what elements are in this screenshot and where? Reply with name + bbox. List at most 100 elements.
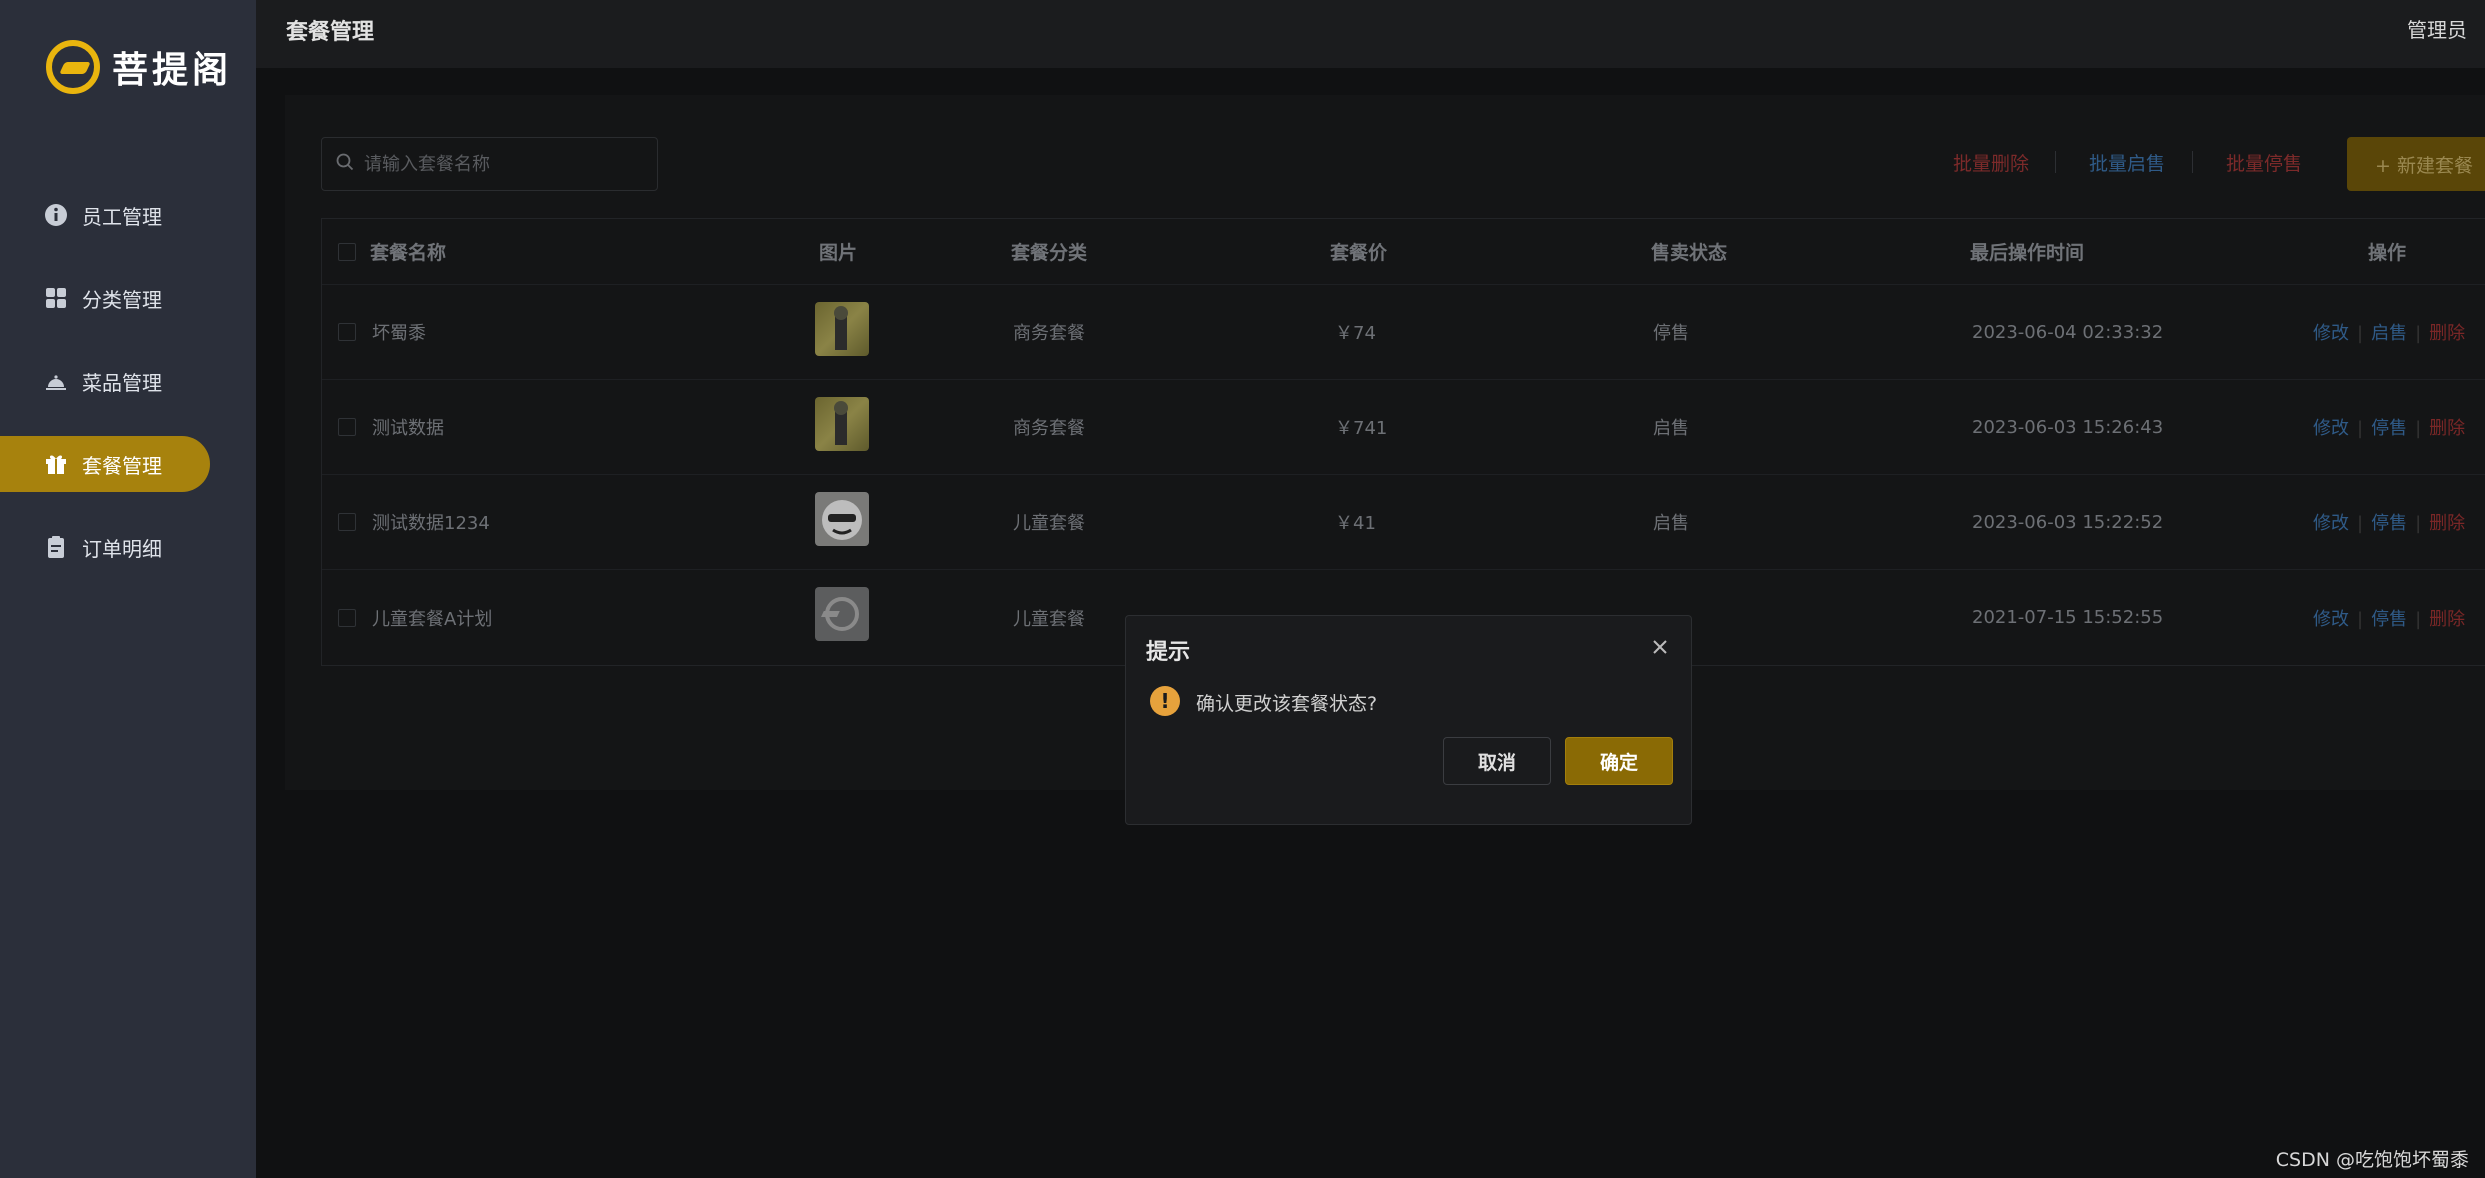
gift-icon [44,452,68,476]
combo-name: 儿童套餐A计划 [372,608,493,630]
logo: 菩提阁 [46,40,232,94]
dish-cover-icon [44,369,68,393]
delete-link[interactable]: 删除 [2429,609,2465,630]
logo-icon [46,40,100,94]
row-actions: 修改 | 停售 | 删除 [2313,605,2465,631]
cancel-button[interactable]: 取消 [1443,737,1551,785]
page-title: 套餐管理 [286,20,375,45]
action-divider: | [2415,513,2422,534]
combo-status: 停售 [1653,323,1689,344]
action-divider: | [2415,608,2422,630]
combo-category: 儿童套餐 [1013,608,1085,630]
action-divider: | [2415,418,2422,439]
row-checkbox[interactable] [338,323,356,341]
search-icon [336,153,354,175]
action-divider: | [2357,323,2364,344]
action-divider: | [2357,608,2364,630]
action-divider: | [2357,418,2364,439]
table-header: 套餐名称 图片 套餐分类 套餐价 售卖状态 最后操作时间 操作 [322,219,2485,285]
toolbar-divider [2055,151,2056,173]
combo-category: 商务套餐 [1013,323,1085,344]
row-actions: 修改 | 启售 | 删除 [2313,319,2465,345]
edit-link[interactable]: 修改 [2313,323,2349,344]
row-checkbox[interactable] [338,513,356,531]
batch-delete-button[interactable]: 批量删除 [1953,149,2029,176]
column-header: 最后操作时间 [1970,242,2085,264]
toggle-status-link[interactable]: 停售 [2371,418,2407,439]
delete-link[interactable]: 删除 [2429,418,2465,439]
row-actions: 修改 | 停售 | 删除 [2313,509,2465,535]
table-row: 测试数据1234 儿童套餐 ￥41 启售 2023-06-03 15:22:52… [322,475,2485,570]
last-modified: 2023-06-04 02:33:32 [1972,321,2164,343]
table-row: 坏蜀黍 商务套餐 ￥74 停售 2023-06-04 02:33:32 修改 | 启… [322,285,2485,380]
delete-link[interactable]: 删除 [2429,513,2465,534]
toggle-status-link[interactable]: 停售 [2371,609,2407,630]
action-divider: | [2357,513,2364,534]
sidebar-item-label: 套餐管理 [82,453,162,478]
sidebar-item-orders[interactable]: 订单明细 [0,519,210,575]
row-checkbox[interactable] [338,418,356,436]
sidebar-item-category[interactable]: 分类管理 [0,270,210,326]
toolbar-divider [2192,151,2193,173]
combo-price: ￥74 [1335,323,1376,344]
sidebar-nav: 员工管理 分类管理 菜品管理 套餐管理 订单明细 [0,187,256,602]
combo-name: 测试数据 [372,418,444,439]
combo-image [815,302,869,356]
confirm-button[interactable]: 确定 [1565,737,1673,785]
combo-image [815,587,869,641]
batch-disable-button[interactable]: 批量停售 [2226,149,2302,176]
dialog-message: 确认更改该套餐状态? [1196,693,1378,715]
sidebar-item-dish[interactable]: 菜品管理 [0,353,210,409]
search-input[interactable] [364,153,644,175]
column-header: 套餐分类 [1011,242,1088,264]
edit-link[interactable]: 修改 [2313,418,2349,439]
combo-price: ￥41 [1335,513,1376,534]
dialog-title: 提示 [1146,640,1191,665]
clipboard-icon [44,535,68,559]
sidebar-item-label: 分类管理 [82,287,162,312]
combo-price: ￥741 [1335,418,1388,439]
combo-status: 启售 [1653,513,1689,534]
column-header: 操作 [2368,242,2407,264]
logo-text: 菩提阁 [112,50,233,91]
close-icon[interactable] [1649,636,1671,658]
confirm-dialog: 提示 ! 确认更改该套餐状态? 取消 确定 [1125,615,1692,825]
sidebar-item-label: 菜品管理 [82,370,162,395]
combo-name: 坏蜀黍 [372,323,426,344]
table-row: 测试数据 商务套餐 ￥741 启售 2023-06-03 15:26:43 修改… [322,380,2485,475]
delete-link[interactable]: 删除 [2429,323,2465,344]
user-menu[interactable]: 管理员 [2407,14,2467,43]
edit-link[interactable]: 修改 [2313,609,2349,630]
toggle-status-link[interactable]: 启售 [2371,323,2407,344]
row-actions: 修改 | 停售 | 删除 [2313,414,2465,440]
column-header: 套餐名称 [370,242,447,264]
last-modified: 2023-06-03 15:26:43 [1972,416,2164,438]
grid-icon [44,286,68,310]
info-circle-icon [44,203,68,227]
header: 套餐管理 管理员 [256,0,2485,68]
sidebar-item-employee[interactable]: 员工管理 [0,187,210,243]
batch-enable-button[interactable]: 批量启售 [2089,149,2165,176]
row-checkbox[interactable] [338,608,356,627]
sidebar-item-label: 订单明细 [82,536,162,561]
action-divider: | [2415,323,2422,344]
combo-category: 商务套餐 [1013,418,1085,439]
toggle-status-link[interactable]: 停售 [2371,513,2407,534]
combo-image [815,397,869,451]
warning-icon: ! [1150,686,1180,716]
last-modified: 2021-07-15 15:52:55 [1972,607,2164,628]
sidebar-item-combo[interactable]: 套餐管理 [0,436,210,492]
edit-link[interactable]: 修改 [2313,513,2349,534]
new-combo-button[interactable]: + 新建套餐 [2347,137,2485,191]
column-header: 图片 [819,242,858,264]
combo-image [815,492,869,546]
sidebar: 菩提阁 员工管理 分类管理 菜品管理 套餐管理 订单明细 [0,0,256,1178]
search-box[interactable] [321,137,658,191]
last-modified: 2023-06-03 15:22:52 [1972,511,2164,533]
column-header: 套餐价 [1330,242,1388,264]
watermark: CSDN @吃饱饱坏蜀黍 [2275,1149,2469,1171]
combo-category: 儿童套餐 [1013,513,1085,534]
sidebar-item-label: 员工管理 [82,204,162,229]
select-all-checkbox[interactable] [338,242,356,261]
combo-name: 测试数据1234 [372,513,490,534]
